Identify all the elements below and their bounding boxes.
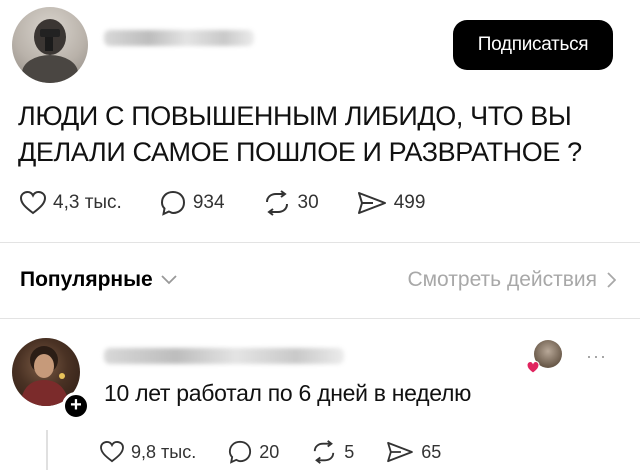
comment-repost-button[interactable]: 5 xyxy=(311,440,354,464)
chevron-down-icon xyxy=(161,275,177,285)
comment-button[interactable]: 934 xyxy=(160,190,225,216)
like-count: 4,3 тыс. xyxy=(53,192,122,213)
sort-label: Популярные xyxy=(20,268,153,291)
heart-icon xyxy=(20,191,46,215)
chevron-right-icon xyxy=(607,272,616,288)
comment-like-button[interactable]: 9,8 тыс. xyxy=(100,441,196,463)
post-stats: 4,3 тыс. 934 30 499 xyxy=(20,190,463,216)
comment-reply-button[interactable]: 20 xyxy=(228,440,279,464)
comment-text: 10 лет работал по 6 дней в неделю xyxy=(104,380,472,406)
heart-icon xyxy=(100,441,124,463)
post-text-line-2: ДЕЛАЛИ САМОЕ ПОШЛОЕ И РАЗВРАТНОЕ ? xyxy=(18,137,582,167)
author-avatar[interactable] xyxy=(12,7,88,83)
repost-icon xyxy=(265,190,288,216)
repost-icon xyxy=(314,440,335,464)
comment-stats: 9,8 тыс. 20 5 65 xyxy=(100,440,473,464)
comment-share-button[interactable]: 65 xyxy=(386,441,441,463)
send-icon xyxy=(357,192,386,214)
thread-line xyxy=(46,430,48,470)
like-button[interactable]: 4,3 тыс. xyxy=(20,191,122,215)
comment-reply-count: 20 xyxy=(259,441,280,462)
comment-count: 934 xyxy=(192,192,225,213)
comment-share-count: 65 xyxy=(421,441,442,462)
post-text-line-1: ЛЮДИ С ПОВЫШЕННЫМ ЛИБИДО, ЧТО ВЫ xyxy=(18,101,572,131)
activity-label: Смотреть действия xyxy=(407,268,597,291)
repost-count: 30 xyxy=(297,192,319,213)
sort-dropdown[interactable]: Популярные xyxy=(20,268,177,292)
author-photo xyxy=(22,19,78,83)
send-icon xyxy=(387,441,414,463)
divider xyxy=(0,318,640,319)
share-button[interactable]: 499 xyxy=(357,191,426,215)
repost-button[interactable]: 30 xyxy=(263,190,319,216)
subscribe-button[interactable]: Подписаться xyxy=(453,20,613,70)
comment-repost-count: 5 xyxy=(344,441,355,462)
post-text: ЛЮДИ С ПОВЫШЕННЫМ ЛИБИДО, ЧТО ВЫ ДЕЛАЛИ … xyxy=(18,98,618,170)
more-options-icon[interactable]: ··· xyxy=(586,346,607,367)
share-count: 499 xyxy=(393,192,426,213)
divider xyxy=(0,242,640,243)
author-name-blurred[interactable] xyxy=(104,30,254,46)
follow-plus-button[interactable]: + xyxy=(62,392,90,420)
comment-bubble-icon xyxy=(229,440,252,464)
comment-like-count: 9,8 тыс. xyxy=(131,441,197,462)
comment-bubble-icon xyxy=(160,190,185,216)
heart-filled-icon xyxy=(526,360,540,374)
commenter-name-blurred[interactable] xyxy=(104,348,344,364)
view-activity-link[interactable]: Смотреть действия xyxy=(407,268,616,292)
